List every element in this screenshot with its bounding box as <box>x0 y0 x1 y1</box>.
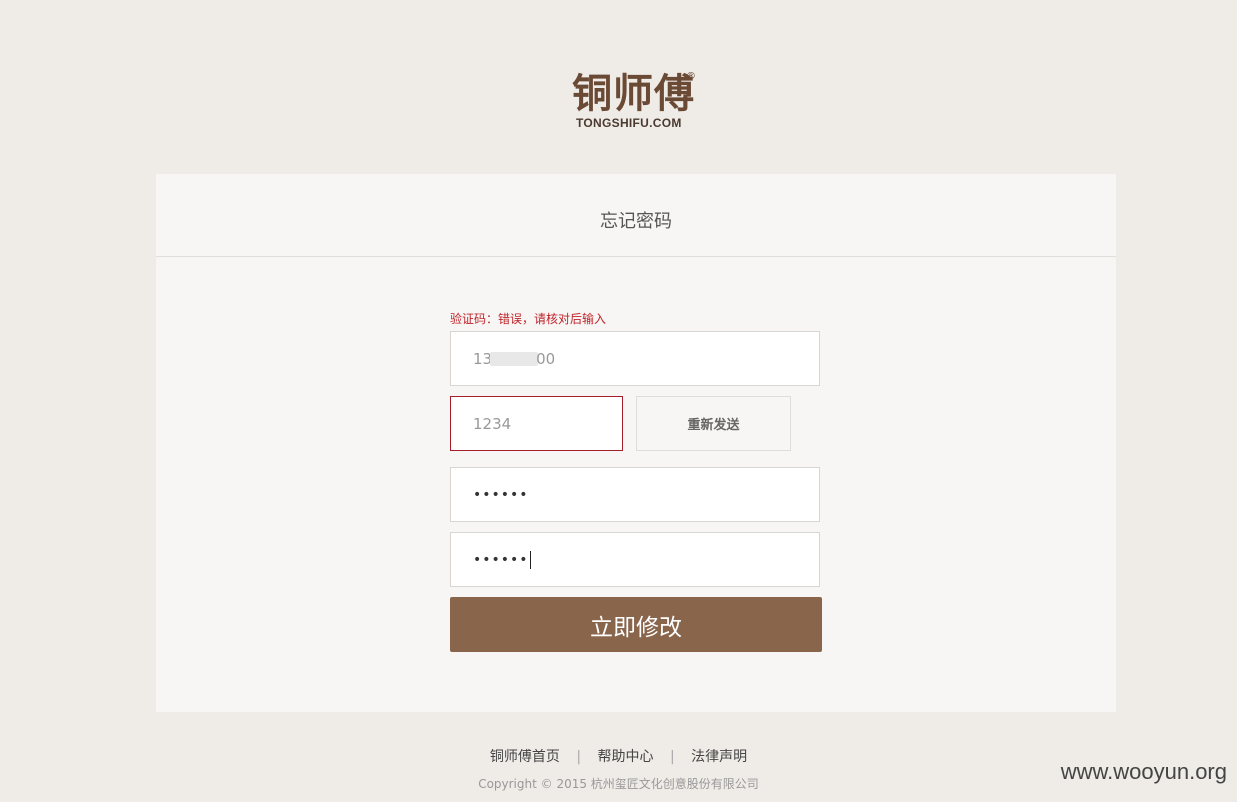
new-password-value: •••••• <box>473 486 529 503</box>
captcha-error-message: 验证码：错误，请核对后输入 <box>450 312 607 326</box>
forgot-password-panel: 忘记密码 验证码：错误，请核对后输入 13 00 1234 重新发送 ••••••… <box>156 174 1116 712</box>
footer-link-legal[interactable]: 法律声明 <box>691 749 747 765</box>
verification-code-input[interactable]: 1234 <box>450 396 623 451</box>
phone-input[interactable]: 13 00 <box>450 331 820 386</box>
brand-logo[interactable]: 铜师傅 ® TONGSHIFU.COM <box>570 70 705 130</box>
footer-link-help[interactable]: 帮助中心 <box>598 749 654 765</box>
registered-mark: ® <box>686 71 696 82</box>
confirm-password-value: •••••• <box>473 551 529 568</box>
copyright-text: Copyright © 2015 杭州玺匠文化创意股份有限公司 <box>478 777 759 791</box>
text-caret <box>529 550 531 569</box>
confirm-password-input[interactable]: •••••• <box>450 532 820 587</box>
footer-link-home[interactable]: 铜师傅首页 <box>490 749 560 765</box>
verification-code-value: 1234 <box>473 414 512 433</box>
new-password-input[interactable]: •••••• <box>450 467 820 522</box>
resend-code-label: 重新发送 <box>687 418 740 433</box>
resend-code-button[interactable]: 重新发送 <box>636 396 791 451</box>
phone-suffix: 00 <box>536 349 556 368</box>
watermark-text: www.wooyun.org <box>1060 759 1227 784</box>
phone-redaction-blur <box>490 351 539 366</box>
footer-links: 铜师傅首页 | 帮助中心 | 法律声明 <box>0 746 1237 766</box>
logo-domain-text: TONGSHIFU.COM <box>576 116 682 130</box>
submit-change-button[interactable]: 立即修改 <box>450 597 822 652</box>
footer-separator: | <box>669 749 675 765</box>
logo-chinese-text: 铜师傅 <box>572 70 695 117</box>
page-title: 忘记密码 <box>156 174 1116 257</box>
submit-label: 立即修改 <box>590 614 682 641</box>
footer-separator: | <box>576 749 582 765</box>
